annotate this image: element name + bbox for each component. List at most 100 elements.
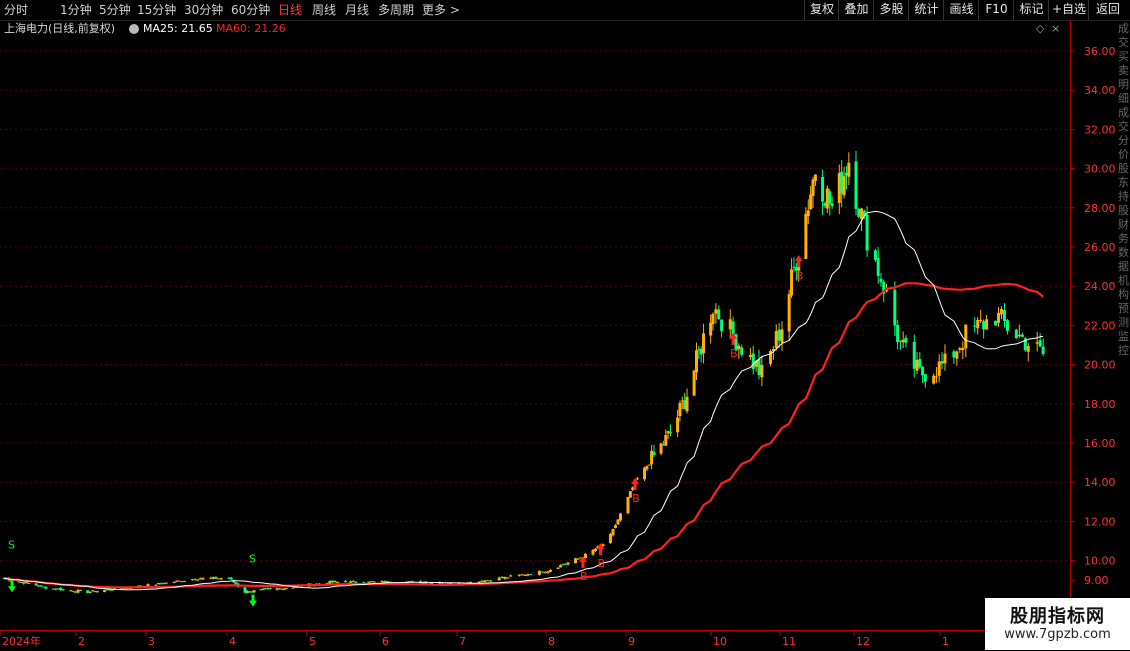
candle-body — [526, 574, 530, 576]
candle-body — [937, 361, 941, 376]
candle-body — [1035, 342, 1039, 344]
tab-1min[interactable]: 1分钟 — [60, 1, 92, 19]
candle-body — [717, 309, 721, 320]
candle-body — [940, 361, 944, 364]
candle-body — [748, 354, 752, 358]
tab-more[interactable]: 更多 > — [422, 1, 460, 19]
candle-body — [1026, 345, 1030, 352]
candle-body — [751, 353, 755, 369]
candle-body — [162, 583, 166, 585]
tab-30min[interactable]: 30分钟 — [184, 1, 223, 19]
candle-body — [985, 319, 989, 330]
candle-body — [645, 466, 649, 470]
candle-body — [252, 590, 256, 593]
x-tick-label: 10 — [713, 635, 727, 648]
candle-body — [860, 208, 864, 219]
candle-body — [811, 179, 815, 196]
candle-body — [523, 574, 527, 576]
candle-body — [896, 325, 900, 343]
candle-body — [711, 313, 715, 325]
tab-weekly[interactable]: 周线 — [312, 1, 336, 19]
ma25-line — [3, 210, 1044, 591]
candle-body — [219, 578, 223, 580]
draw-line-button[interactable]: 画线 — [943, 0, 979, 20]
buy-signal-label: B — [632, 492, 640, 505]
signals: BBBBBSS — [8, 255, 803, 607]
ma60-line — [3, 282, 1044, 589]
sell-arrow-icon — [249, 594, 257, 607]
candle-body — [556, 567, 560, 569]
candle-body — [1038, 340, 1042, 347]
candle-body — [806, 210, 810, 217]
candle-body — [537, 570, 541, 575]
vertical-side-tabs[interactable]: 成交买卖明细成交分价股东持股财务数据机构预测监控 — [1118, 22, 1130, 432]
candle-body — [24, 582, 28, 584]
diamond-icon[interactable]: ◇ — [1036, 20, 1044, 38]
x-tick-label: 3 — [148, 635, 155, 648]
candle-body — [1005, 320, 1009, 331]
tab-fenshi[interactable]: 分时 — [4, 1, 28, 19]
tab-5min[interactable]: 5分钟 — [99, 1, 131, 19]
candle-body — [177, 580, 181, 582]
candle-body — [676, 417, 680, 433]
add-watchlist-button[interactable]: +自选 — [1048, 0, 1089, 20]
candle-body — [566, 562, 570, 565]
close-icon[interactable]: × — [1051, 20, 1060, 38]
candle-body — [643, 467, 647, 480]
candle-body — [497, 577, 501, 581]
multi-stock-button[interactable]: 多股 — [873, 0, 909, 20]
f10-button[interactable]: F10 — [978, 0, 1014, 20]
candle-body — [370, 581, 374, 583]
candle-body — [809, 194, 813, 210]
candle-body — [932, 375, 936, 384]
candle-body — [172, 582, 176, 584]
ma60-label: MA60: 21.26 — [216, 22, 286, 35]
candle-body — [876, 258, 880, 276]
tab-daily[interactable]: 日线 — [278, 1, 302, 19]
candle-body — [731, 321, 735, 335]
candle-body — [483, 580, 487, 583]
mark-button[interactable]: 标记 — [1013, 0, 1049, 20]
candle-body — [652, 452, 656, 456]
tab-multi-period[interactable]: 多周期 — [378, 1, 414, 19]
tab-15min[interactable]: 15分钟 — [137, 1, 176, 19]
candle-body — [209, 577, 213, 579]
candle-body — [979, 320, 983, 322]
candle-body — [609, 534, 612, 544]
fuquan-button[interactable]: 复权 — [804, 0, 839, 20]
candle-body — [164, 582, 168, 584]
statistics-button[interactable]: 统计 — [908, 0, 944, 20]
x-tick-label: 4 — [229, 635, 236, 648]
kline-chart[interactable]: BBBBBSS — [0, 38, 1070, 630]
candle-body — [904, 337, 908, 343]
candle-body — [27, 583, 31, 585]
candle-body — [760, 365, 764, 378]
candle-body — [354, 581, 358, 583]
buy-signal-label: B — [598, 557, 606, 570]
y-tick-label: 12.00 — [1084, 515, 1116, 528]
candle-body — [955, 351, 959, 359]
tab-monthly[interactable]: 月线 — [345, 1, 369, 19]
candle-body — [737, 345, 741, 350]
candle-body — [584, 553, 587, 558]
candle-body — [912, 341, 916, 369]
candle-body — [61, 589, 65, 591]
candle-body — [503, 576, 507, 579]
candle-body — [694, 350, 698, 373]
candle-body — [543, 572, 547, 574]
settings-circle-icon[interactable] — [129, 24, 139, 34]
candle-body — [918, 359, 922, 368]
candle-body — [1017, 334, 1021, 337]
candle-body — [159, 583, 163, 585]
candle-body — [997, 312, 1001, 323]
candle-body — [915, 359, 919, 371]
tab-60min[interactable]: 60分钟 — [231, 1, 270, 19]
overlay-button[interactable]: 叠加 — [838, 0, 874, 20]
back-button[interactable]: 返回 — [1088, 0, 1127, 20]
candle-body — [349, 581, 353, 583]
candle-body — [647, 464, 651, 466]
candle-body — [198, 578, 202, 580]
x-tick-label: 1 — [942, 635, 949, 648]
sell-arrow-icon — [8, 580, 16, 593]
candle-body — [1014, 329, 1018, 339]
